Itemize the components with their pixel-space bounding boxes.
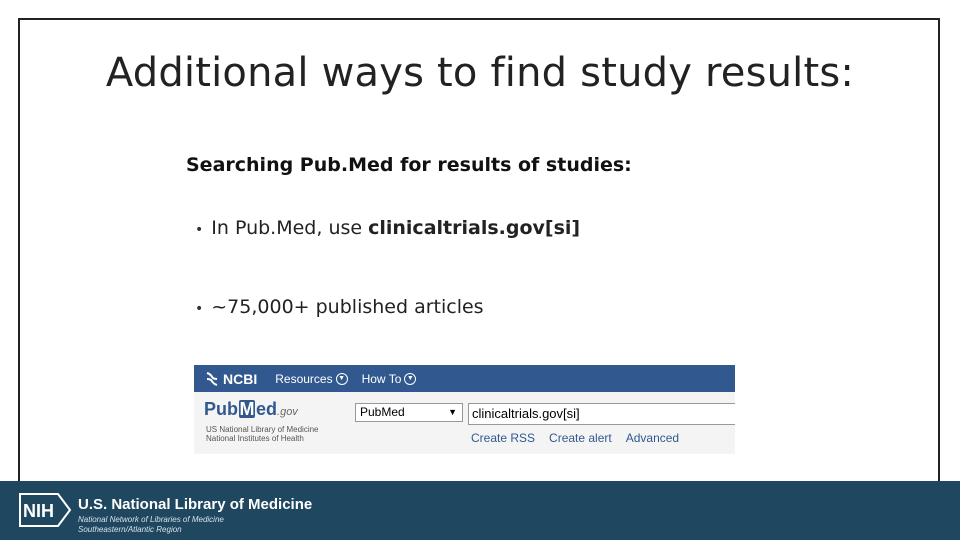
bullet-item: • In Pub.Med, use clinicaltrials.gov[si] xyxy=(195,217,580,239)
search-links: Create RSS Create alert Advanced xyxy=(471,431,693,445)
advanced-link[interactable]: Advanced xyxy=(626,431,679,445)
menu-resources[interactable]: Resources ▼ xyxy=(275,372,348,386)
bullet-dot-icon: • xyxy=(195,301,204,317)
footer-bar: NIH U.S. National Library of Medicine Na… xyxy=(0,481,960,540)
nlm-caption: US National Library of Medicine National… xyxy=(206,425,319,443)
bullet-item: • ~75,000+ published articles xyxy=(195,296,484,318)
create-rss-link[interactable]: Create RSS xyxy=(471,431,535,445)
nlm-name: U.S. National Library of Medicine xyxy=(78,496,313,513)
dropdown-arrow-icon: ▼ xyxy=(448,407,457,417)
nih-logo: NIH xyxy=(19,493,72,527)
database-select[interactable]: PubMed ▼ xyxy=(355,403,463,422)
ncbi-logo[interactable]: NCBI xyxy=(204,371,257,387)
svg-text:NIH: NIH xyxy=(23,501,54,521)
pubmed-logo[interactable]: PubMed.gov xyxy=(204,399,298,420)
chevron-down-icon: ▼ xyxy=(404,372,417,385)
bullet-dot-icon: • xyxy=(195,222,204,238)
bullet-text: In Pub.Med, use clinicaltrials.gov[si] xyxy=(211,217,581,239)
network-caption: National Network of Libraries of Medicin… xyxy=(78,515,224,534)
ncbi-header: NCBI Resources ▼ How To ▼ xyxy=(194,365,735,392)
pubmed-screenshot: NCBI Resources ▼ How To ▼ PubMed.gov US … xyxy=(194,365,735,454)
bullet-text: ~75,000+ published articles xyxy=(211,296,484,318)
search-input[interactable]: clinicaltrials.gov[si] xyxy=(468,403,735,425)
pubmed-search-area: PubMed.gov US National Library of Medici… xyxy=(194,392,735,454)
slide-subtitle: Searching Pub.Med for results of studies… xyxy=(186,154,632,176)
slide-title: Additional ways to find study results: xyxy=(105,50,855,96)
chevron-down-icon: ▼ xyxy=(335,372,348,385)
create-alert-link[interactable]: Create alert xyxy=(549,431,612,445)
menu-how-to[interactable]: How To ▼ xyxy=(362,372,417,386)
ncbi-helix-icon xyxy=(206,371,218,386)
